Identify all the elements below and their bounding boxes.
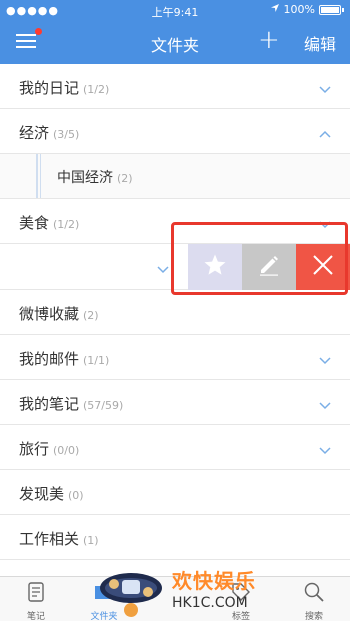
watermark: 欢快娱乐 HK1C.COM bbox=[96, 562, 266, 621]
swipe-actions bbox=[188, 244, 350, 290]
indent-bar bbox=[36, 154, 38, 198]
chevron-down-icon[interactable] bbox=[318, 350, 332, 369]
status-bar: ●●●●● 上午9:41 100% bbox=[0, 0, 350, 20]
tab-label: 搜索 bbox=[304, 612, 323, 621]
chevron-down-icon[interactable] bbox=[318, 395, 332, 414]
rename-button[interactable] bbox=[242, 244, 296, 290]
search-icon bbox=[302, 582, 326, 608]
menu-icon[interactable] bbox=[16, 28, 42, 50]
star-icon bbox=[203, 253, 227, 281]
folder-row-economy[interactable]: 经济 (3/5) bbox=[0, 109, 350, 154]
edit-button[interactable]: 编辑 bbox=[304, 31, 336, 55]
status-right: 100% bbox=[270, 3, 344, 16]
chevron-up-icon[interactable] bbox=[318, 124, 332, 143]
tab-notes[interactable]: 笔记 bbox=[6, 580, 66, 621]
delete-button[interactable] bbox=[296, 244, 350, 290]
tab-search[interactable]: 搜索 bbox=[284, 580, 344, 621]
tab-label: 笔记 bbox=[26, 612, 45, 621]
swiped-folder-row[interactable] bbox=[0, 244, 350, 290]
battery-tip bbox=[342, 7, 344, 12]
folder-row-diary[interactable]: 我的日记 (1/2) bbox=[0, 64, 350, 109]
folder-row-work[interactable]: 工作相关 (1) bbox=[0, 515, 350, 560]
location-icon bbox=[270, 3, 280, 16]
folder-row-notes[interactable]: 我的笔记 (57/59) bbox=[0, 380, 350, 425]
folder-row-mail[interactable]: 我的邮件 (1/1) bbox=[0, 335, 350, 380]
close-icon bbox=[311, 253, 335, 281]
folder-row-travel[interactable]: 旅行 (0/0) bbox=[0, 425, 350, 470]
folder-list: 我的日记 (1/2) 经济 (3/5) 中国经济 (2) 美食 (1/2) 微博收藏 (2… bbox=[0, 64, 350, 560]
battery-percent: 100% bbox=[283, 3, 315, 16]
folder-label: 发现美 (0) bbox=[19, 485, 84, 503]
folder-label: 中国经济 (2) bbox=[57, 170, 133, 186]
pencil-icon bbox=[257, 253, 281, 281]
folder-label: 工作相关 (1) bbox=[19, 530, 99, 548]
folder-label: 微博收藏 (2) bbox=[19, 305, 99, 323]
watermark-url: HK1C.COM bbox=[172, 595, 248, 611]
battery-icon bbox=[319, 4, 341, 15]
folder-label: 经济 (3/5) bbox=[19, 124, 80, 142]
chevron-down-icon[interactable] bbox=[318, 214, 332, 233]
folder-row-weibo[interactable]: 微博收藏 (2) bbox=[0, 290, 350, 335]
folder-row-discover[interactable]: 发现美 (0) bbox=[0, 470, 350, 515]
folder-label: 我的笔记 (57/59) bbox=[19, 395, 124, 413]
notification-dot bbox=[35, 28, 42, 35]
folder-label: 我的邮件 (1/1) bbox=[19, 350, 110, 368]
nav-bar: 文件夹 + 编辑 bbox=[0, 20, 350, 64]
chevron-down-icon[interactable] bbox=[156, 259, 170, 278]
note-icon bbox=[24, 582, 48, 608]
favorite-button[interactable] bbox=[188, 244, 242, 290]
indent-bar bbox=[40, 154, 41, 198]
folder-label: 旅行 (0/0) bbox=[19, 440, 80, 458]
watermark-logo-icon bbox=[100, 573, 162, 617]
folder-label: 美食 (1/2) bbox=[19, 214, 80, 232]
folder-row-food[interactable]: 美食 (1/2) bbox=[0, 199, 350, 244]
watermark-title: 欢快娱乐 bbox=[172, 569, 256, 593]
folder-label: 我的日记 (1/2) bbox=[19, 79, 110, 97]
chevron-down-icon[interactable] bbox=[318, 440, 332, 459]
page-title: 文件夹 bbox=[150, 36, 199, 55]
subfolder-row-china-economy[interactable]: 中国经济 (2) bbox=[0, 154, 350, 199]
chevron-down-icon[interactable] bbox=[318, 79, 332, 98]
add-folder-button[interactable]: + bbox=[258, 26, 280, 54]
